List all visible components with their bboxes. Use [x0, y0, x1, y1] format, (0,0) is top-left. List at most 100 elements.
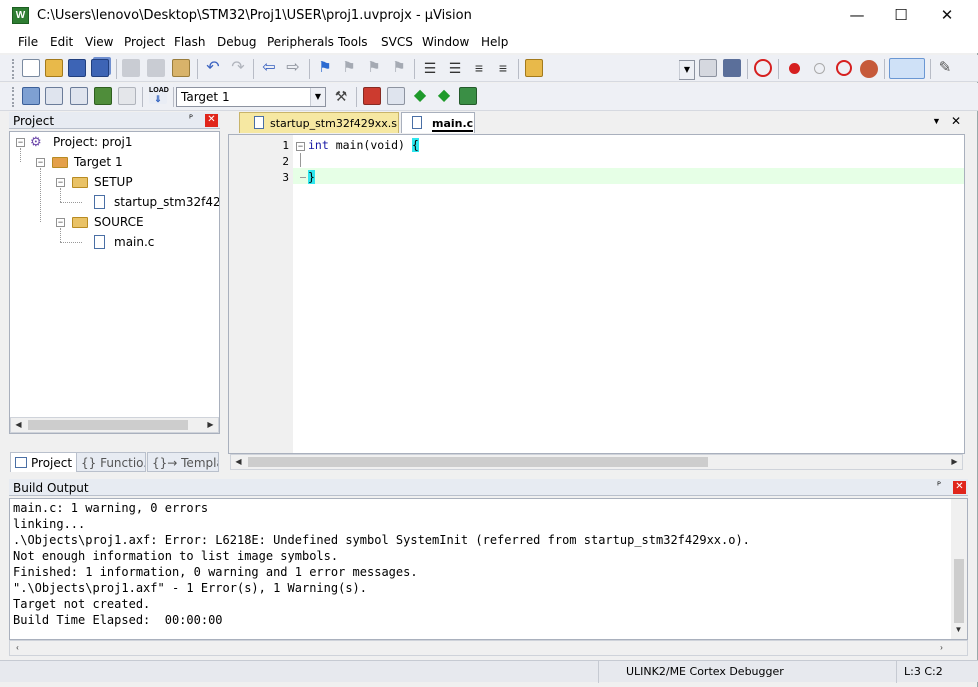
find-icon[interactable]	[699, 59, 717, 77]
scroll-left-icon[interactable]: ◀	[231, 455, 246, 469]
tree-group-source[interactable]: SOURCE	[94, 215, 144, 229]
close-icon[interactable]: ✕	[205, 114, 218, 127]
toolbar-grip[interactable]	[12, 87, 15, 107]
minimize-button[interactable]: —	[834, 0, 880, 31]
menu-view[interactable]: View	[85, 35, 113, 49]
configure-icon[interactable]: ✎	[936, 59, 954, 77]
paste-icon[interactable]	[172, 59, 190, 77]
navigate-forward-icon[interactable]: ⇨	[284, 59, 302, 77]
clear-bookmarks-icon[interactable]: ⚑	[390, 59, 408, 77]
tab-main-c[interactable]: main.c	[401, 112, 475, 133]
stop-build-icon[interactable]	[118, 87, 136, 105]
horizontal-scrollbar[interactable]: ◀ ▶	[10, 417, 219, 433]
uncomment-icon[interactable]: ≡	[494, 59, 512, 77]
tab-list-dropdown-icon[interactable]: ▼	[932, 116, 941, 126]
target-select[interactable]: Target 1 ▼	[176, 87, 326, 107]
menu-svcs[interactable]: SVCS	[381, 35, 413, 49]
build-output-pane[interactable]: main.c: 1 warning, 0 errors linking... .…	[9, 498, 968, 640]
close-icon[interactable]: ✕	[953, 481, 966, 494]
collapse-icon[interactable]: −	[36, 158, 45, 167]
next-bookmark-icon[interactable]: ⚑	[365, 59, 383, 77]
code-line-3[interactable]: }	[308, 170, 315, 184]
enable-breakpoint-icon[interactable]	[814, 63, 825, 74]
menu-file[interactable]: File	[18, 35, 38, 49]
tree-group-setup[interactable]: SETUP	[94, 175, 133, 189]
copy-icon[interactable]	[147, 59, 165, 77]
manage-components-icon[interactable]	[363, 87, 381, 105]
menu-help[interactable]: Help	[481, 35, 508, 49]
tab-project[interactable]: Project	[10, 452, 78, 472]
find-in-files-icon[interactable]	[525, 59, 543, 77]
comment-icon[interactable]: ≡	[470, 59, 488, 77]
scrollbar-thumb[interactable]	[954, 559, 964, 623]
fold-icon[interactable]: −	[296, 142, 305, 151]
insert-breakpoint-icon[interactable]	[789, 63, 800, 74]
menu-project[interactable]: Project	[124, 35, 165, 49]
translate-icon[interactable]	[22, 87, 40, 105]
tree-target[interactable]: Target 1	[74, 155, 123, 169]
start-debug-icon[interactable]	[754, 59, 772, 77]
chevron-down-icon[interactable]: ▼	[310, 88, 325, 106]
close-tab-icon[interactable]: ✕	[951, 114, 961, 128]
collapse-icon[interactable]: −	[56, 218, 65, 227]
collapse-icon[interactable]: −	[16, 138, 25, 147]
menu-window[interactable]: Window	[422, 35, 469, 49]
redo-icon[interactable]: ↷	[229, 59, 247, 77]
scrollbar-thumb[interactable]	[28, 420, 188, 430]
menu-tools[interactable]: Tools	[338, 35, 368, 49]
save-all-icon[interactable]	[91, 59, 109, 77]
scroll-down-icon[interactable]: ▼	[951, 623, 966, 637]
find-combo[interactable]: ▼	[679, 60, 695, 80]
editor-horizontal-scrollbar[interactable]: ◀ ▶	[230, 454, 963, 470]
file-extensions-icon[interactable]	[387, 87, 405, 105]
tree-file-main[interactable]: main.c	[114, 235, 154, 249]
select-software-packs-icon[interactable]	[459, 87, 477, 105]
new-file-icon[interactable]	[22, 59, 40, 77]
close-button[interactable]: ✕	[924, 0, 970, 31]
pin-icon[interactable]: ᴾ	[189, 114, 193, 125]
incremental-find-icon[interactable]	[723, 59, 741, 77]
scroll-right-icon[interactable]: ›	[934, 641, 949, 655]
maximize-button[interactable]: ☐	[878, 0, 924, 31]
scrollbar-thumb[interactable]	[248, 457, 708, 467]
collapse-icon[interactable]: −	[56, 178, 65, 187]
menu-peripherals[interactable]: Peripherals	[267, 35, 334, 49]
pin-icon[interactable]: ᴾ	[937, 481, 941, 492]
code-editor[interactable]: 1 − int main(void) { 2 3 } ◀ ▶	[228, 134, 965, 470]
bookmark-icon[interactable]: ⚑	[316, 59, 334, 77]
menu-debug[interactable]: Debug	[217, 35, 256, 49]
window-layout-icon[interactable]	[889, 58, 925, 79]
rebuild-icon[interactable]	[70, 87, 88, 105]
scroll-right-icon[interactable]: ▶	[203, 418, 218, 432]
navigate-back-icon[interactable]: ⇦	[260, 59, 278, 77]
toolbar-grip[interactable]	[12, 59, 15, 79]
menu-flash[interactable]: Flash	[174, 35, 205, 49]
build-vertical-scrollbar[interactable]: ▼	[951, 499, 967, 639]
save-icon[interactable]	[68, 59, 86, 77]
undo-icon[interactable]: ↶	[204, 59, 222, 77]
unindent-icon[interactable]: ☰	[446, 59, 464, 77]
indent-icon[interactable]: ☰	[421, 59, 439, 77]
scroll-right-icon[interactable]: ▶	[947, 455, 962, 469]
scroll-left-icon[interactable]: ◀	[11, 418, 26, 432]
build-horizontal-scrollbar[interactable]: ‹ ›	[9, 640, 968, 656]
tab-functions[interactable]: {} Functio...	[76, 452, 146, 472]
disable-breakpoints-icon[interactable]	[836, 60, 852, 76]
run-time-env-icon[interactable]: ◆	[411, 87, 429, 105]
download-load-icon[interactable]: LOAD ⇓	[149, 86, 169, 104]
open-file-icon[interactable]	[45, 59, 63, 77]
scroll-left-icon[interactable]: ‹	[10, 641, 25, 655]
menu-edit[interactable]: Edit	[50, 35, 73, 49]
kill-breakpoints-icon[interactable]	[860, 60, 878, 78]
pack-installer-icon[interactable]: ◆	[435, 87, 453, 105]
tree-project-root[interactable]: Project: proj1	[53, 135, 133, 149]
prev-bookmark-icon[interactable]: ⚑	[340, 59, 358, 77]
target-options-icon[interactable]: ⚒	[332, 87, 350, 105]
batch-build-icon[interactable]	[94, 87, 112, 105]
tab-startup-file[interactable]: startup_stm32f429xx.s	[239, 112, 399, 133]
chevron-down-icon[interactable]: ▼	[679, 61, 694, 79]
tab-templates[interactable]: {}→ Templat...	[147, 452, 219, 472]
build-icon[interactable]	[45, 87, 63, 105]
tree-file-startup[interactable]: startup_stm32f429xx	[114, 195, 219, 209]
cut-icon[interactable]	[122, 59, 140, 77]
